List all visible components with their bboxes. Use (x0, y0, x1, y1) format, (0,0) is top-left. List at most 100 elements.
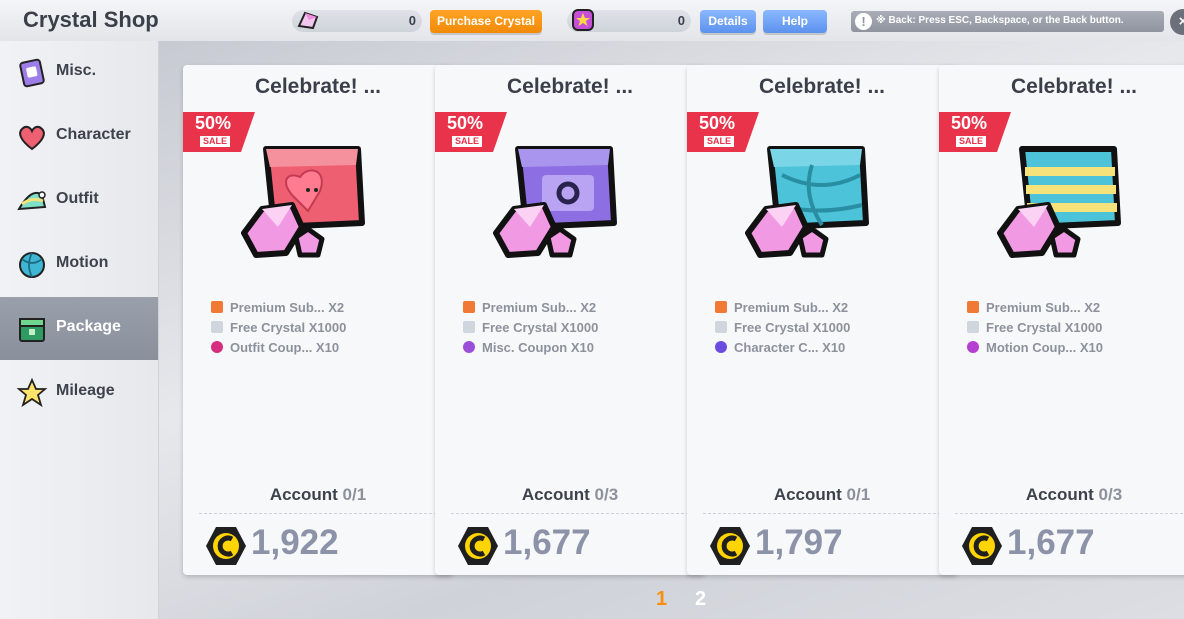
card-title: Celebrate! ... (758, 75, 886, 98)
package-icon (19, 318, 45, 342)
crystal-balance: 0 (292, 10, 422, 32)
mileage-icon (572, 9, 594, 31)
back-hint-bar: ! ※ Back: Press ESC, Backspace, or the B… (851, 11, 1164, 32)
account-count: 0/3 (594, 485, 619, 504)
list-item: Free Crystal X1000 (715, 317, 850, 337)
coin-icon (458, 527, 498, 565)
sidebar-item-mileage[interactable]: Mileage (0, 361, 158, 424)
item-text: Free Crystal X1000 (986, 319, 1103, 335)
divider (451, 513, 689, 514)
list-item: Premium Sub... X2 (715, 297, 850, 317)
account-label: Account (521, 485, 590, 504)
item-text: Outfit Coup... X10 (230, 339, 340, 355)
card-title: Celebrate! ... (506, 75, 634, 98)
item-text: Character C... X10 (734, 339, 846, 355)
coin-icon (710, 527, 750, 565)
crystal-icon (211, 321, 223, 333)
list-item: Free Crystal X1000 (211, 317, 346, 337)
item-text: Premium Sub... X2 (230, 299, 345, 315)
mileage-count: 0 (677, 13, 685, 28)
mileage-balance: 0 (567, 9, 691, 32)
divider (703, 513, 941, 514)
sidebar-item-character[interactable]: Character (0, 105, 158, 168)
list-item: Premium Sub... X2 (967, 297, 1103, 317)
premium-sub-icon (967, 301, 979, 313)
heart-icon (19, 125, 45, 151)
sale-label: SALE (200, 136, 230, 147)
sale-label: SALE (452, 136, 482, 147)
premium-sub-icon (211, 301, 223, 313)
hat-icon (17, 191, 47, 211)
account-count: 0/3 (1098, 485, 1123, 504)
package-contents: Premium Sub... X2 Free Crystal X1000 Mis… (463, 297, 598, 357)
item-text: Motion Coup... X10 (986, 339, 1103, 355)
top-bar: Crystal Shop 0 Purchase Crystal 0 Detail… (0, 0, 1184, 42)
divider (955, 513, 1184, 514)
item-text: Free Crystal X1000 (482, 319, 599, 335)
item-text: Free Crystal X1000 (230, 319, 347, 335)
help-button[interactable]: Help (763, 10, 827, 33)
list-item: Premium Sub... X2 (211, 297, 346, 317)
card-title: Celebrate! ... (254, 75, 382, 98)
sale-percent: 50% (699, 113, 736, 133)
sidebar-item-package[interactable]: Package (0, 297, 158, 360)
account-count: 0/1 (846, 485, 871, 504)
coin-icon (962, 527, 1002, 565)
crystal-count: 0 (408, 13, 416, 28)
package-card[interactable]: Celebrate! ... 50% SALE Premium Sub... X… (939, 65, 1184, 575)
sale-percent: 50% (195, 113, 232, 133)
package-card[interactable]: Celebrate! ... 50% SALE Premium Sub... X… (435, 65, 705, 575)
sidebar-item-outfit[interactable]: Outfit (0, 169, 158, 232)
card-title: Celebrate! ... (1010, 75, 1138, 98)
crystal-icon (463, 321, 475, 333)
item-text: Premium Sub... X2 (482, 299, 597, 315)
coin-icon (206, 527, 246, 565)
back-hint-text: ※ Back: Press ESC, Backspace, or the Bac… (876, 15, 1124, 26)
ball-icon (19, 252, 45, 278)
coupon-icon (715, 341, 727, 353)
premium-sub-icon (715, 301, 727, 313)
details-button[interactable]: Details (700, 10, 756, 33)
package-grid: Celebrate! ... 50% SALE Premium Sub... X… (159, 41, 1184, 619)
package-card[interactable]: Celebrate! ... 50% SALE Premium Sub... X… (183, 65, 453, 575)
package-box-icon (241, 146, 365, 258)
sale-percent: 50% (951, 113, 988, 133)
close-button[interactable]: × (1170, 9, 1184, 35)
list-item: Premium Sub... X2 (463, 297, 598, 317)
list-item: Misc. Coupon X10 (463, 337, 598, 357)
crystal-icon (715, 321, 727, 333)
account-label: Account (1025, 485, 1094, 504)
account-count: 0/1 (342, 485, 367, 504)
package-contents: Premium Sub... X2 Free Crystal X1000 Mot… (967, 297, 1103, 357)
account-label: Account (773, 485, 842, 504)
account-limit: Account 0/1 (183, 485, 453, 505)
item-text: Premium Sub... X2 (734, 299, 849, 315)
sidebar-item-label: Motion (56, 254, 109, 271)
account-limit: Account 0/1 (687, 485, 957, 505)
page-1-button[interactable]: 1 (656, 588, 667, 611)
info-icon: ! (855, 13, 872, 30)
price: 1,677 (1007, 523, 1095, 562)
sale-label: SALE (704, 136, 734, 147)
purchase-crystal-button[interactable]: Purchase Crystal (430, 10, 542, 33)
sidebar-item-label: Misc. (56, 62, 97, 79)
package-card[interactable]: Celebrate! ... 50% SALE Premium Sub... X… (687, 65, 957, 575)
item-text: Premium Sub... X2 (986, 299, 1101, 315)
account-limit: Account 0/3 (435, 485, 705, 505)
sidebar-item-label: Package (56, 318, 121, 335)
crystal-icon (297, 11, 319, 30)
sidebar-item-label: Outfit (56, 190, 99, 207)
sale-label: SALE (956, 136, 986, 147)
item-text: Free Crystal X1000 (734, 319, 851, 335)
sidebar-item-label: Mileage (56, 382, 115, 399)
sidebar-item-misc[interactable]: Misc. (0, 41, 158, 104)
page-title: Crystal Shop (23, 7, 159, 32)
star-icon (16, 377, 48, 408)
package-box-icon (745, 146, 869, 258)
package-box-icon (997, 146, 1121, 258)
account-label: Account (269, 485, 338, 504)
page-2-button[interactable]: 2 (695, 588, 706, 611)
sidebar-item-motion[interactable]: Motion (0, 233, 158, 296)
misc-icon (19, 58, 45, 88)
sidebar: Misc. Character Outfit Motion Package Mi… (0, 41, 159, 619)
